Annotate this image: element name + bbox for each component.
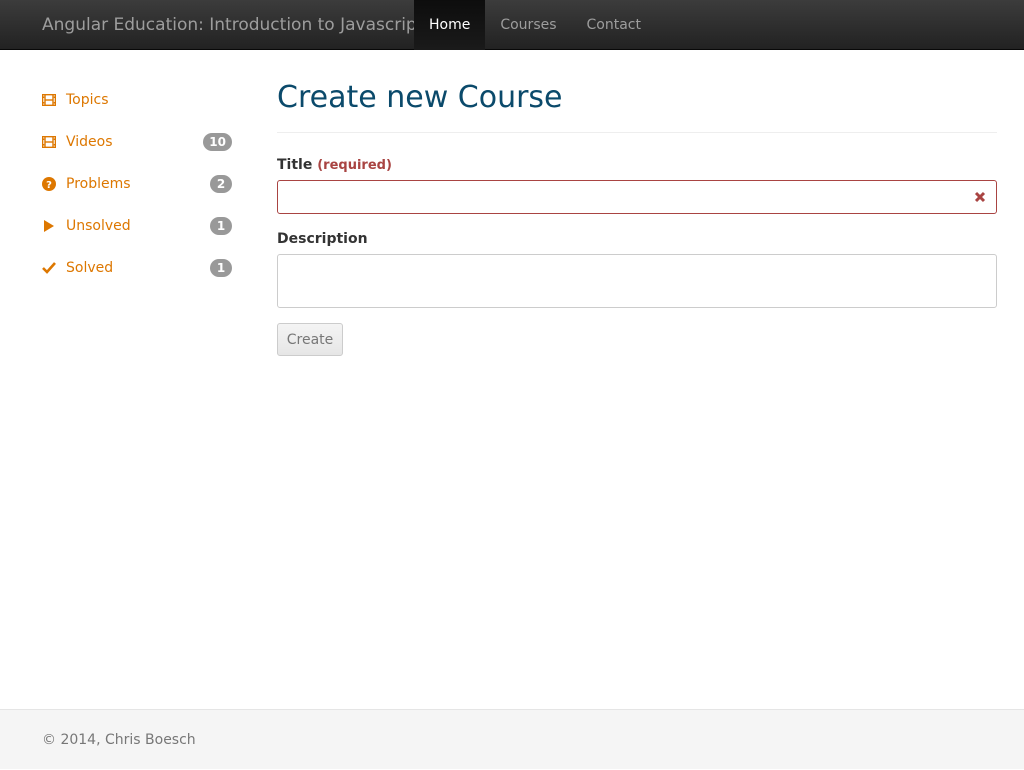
- main-nav: Home Courses Contact: [414, 0, 656, 50]
- required-hint: (required): [317, 158, 392, 173]
- svg-text:?: ?: [46, 180, 52, 191]
- create-button[interactable]: Create: [277, 323, 343, 356]
- sidebar-item-label: Topics: [66, 92, 109, 108]
- count-badge: 1: [210, 259, 232, 277]
- main-content: Create new Course Title (required) Descr…: [277, 78, 997, 356]
- sidebar-item-solved[interactable]: Solved 1: [42, 247, 232, 289]
- count-badge: 1: [210, 217, 232, 235]
- page-title: Create new Course: [277, 80, 563, 115]
- title-label-text: Title: [277, 157, 313, 173]
- sidebar-item-topics[interactable]: Topics: [42, 79, 232, 121]
- sidebar-item-label: Problems: [66, 176, 131, 192]
- question-circle-icon: ?: [42, 177, 56, 191]
- brand-title[interactable]: Angular Education: Introduction to Javas…: [42, 0, 423, 50]
- count-badge: 10: [203, 133, 232, 151]
- film-icon: [42, 135, 56, 149]
- sidebar-item-problems[interactable]: ? Problems 2: [42, 163, 232, 205]
- title-input[interactable]: [278, 181, 996, 213]
- title-label: Title (required): [277, 155, 997, 175]
- sidebar-item-videos[interactable]: Videos 10: [42, 121, 232, 163]
- sidebar-item-label: Solved: [66, 260, 114, 276]
- footer-copyright: © 2014, Chris Boesch: [42, 732, 196, 748]
- count-badge: 2: [210, 175, 232, 193]
- check-icon: [42, 261, 56, 275]
- sidebar-item-unsolved[interactable]: Unsolved 1: [42, 205, 232, 247]
- divider: [277, 132, 997, 133]
- title-field-wrapper: [277, 180, 997, 214]
- top-navbar: Angular Education: Introduction to Javas…: [0, 0, 1024, 50]
- sidebar: Topics Videos 10 ? Problems 2 Unsolved 1…: [42, 79, 232, 289]
- sidebar-item-label: Unsolved: [66, 218, 131, 234]
- sidebar-item-label: Videos: [66, 134, 113, 150]
- nav-item-courses[interactable]: Courses: [485, 0, 571, 50]
- description-input[interactable]: [278, 255, 996, 307]
- error-x-icon: [974, 191, 986, 203]
- description-label: Description: [277, 231, 368, 247]
- nav-item-contact[interactable]: Contact: [572, 0, 656, 50]
- play-icon: [42, 219, 56, 233]
- footer: © 2014, Chris Boesch: [0, 709, 1024, 769]
- film-icon: [42, 93, 56, 107]
- description-field-wrapper: [277, 254, 997, 308]
- nav-item-home[interactable]: Home: [414, 0, 486, 50]
